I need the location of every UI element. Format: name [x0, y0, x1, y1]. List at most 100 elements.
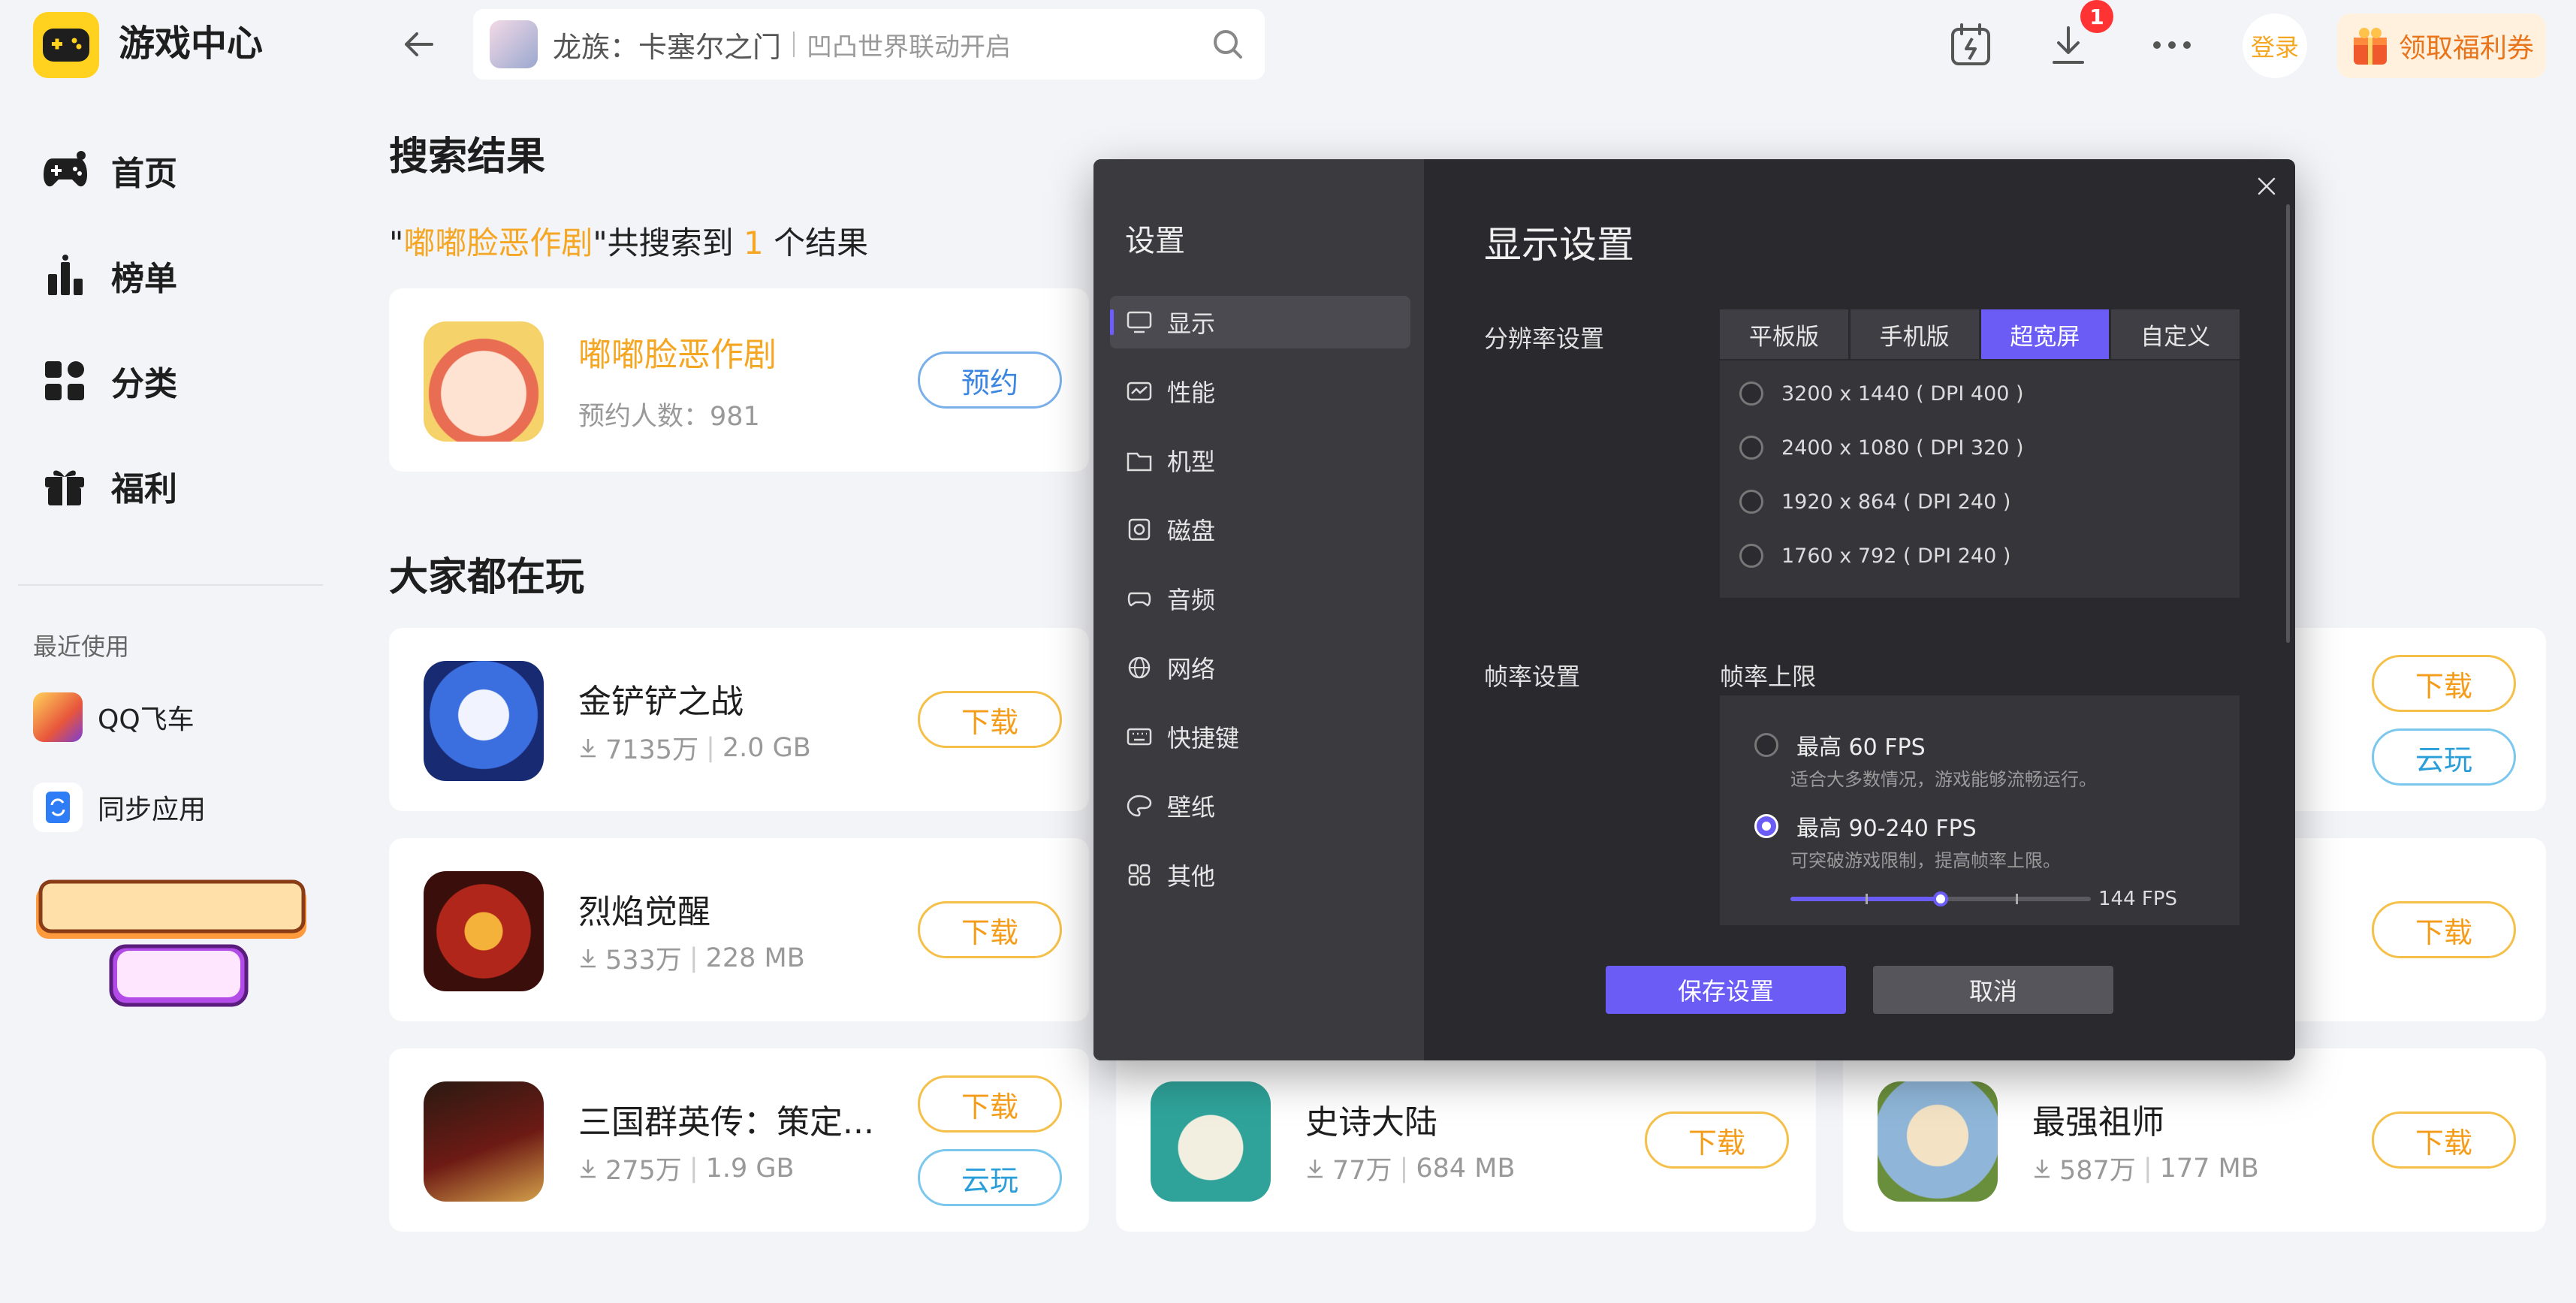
radio-button[interactable]: [1739, 436, 1763, 460]
download-button[interactable]: 下载: [2372, 901, 2516, 958]
promo-banner-image: [36, 879, 306, 1007]
fps-slider-handle[interactable]: [1933, 891, 1948, 906]
category-icon: [45, 361, 84, 400]
fps-slider[interactable]: [1790, 891, 2091, 906]
search-result-card[interactable]: 嘟嘟脸恶作剧 预约人数：981 预约: [389, 288, 1089, 472]
search-results-title: 搜索结果: [389, 134, 546, 179]
download-button[interactable]: 下载: [2372, 655, 2516, 712]
search-game-thumbnail: [490, 20, 538, 68]
game-card[interactable]: 三国群英传：策定... 275万 | 1.9 GB 下载 云玩: [389, 1048, 1089, 1232]
login-button[interactable]: 登录: [2243, 14, 2307, 78]
sidebar-item-label: 榜单: [111, 260, 177, 298]
audio-icon: [1127, 592, 1151, 607]
settings-menu-network[interactable]: 网络: [1110, 641, 1410, 694]
claim-coupon-button[interactable]: 领取福利券: [2337, 14, 2546, 78]
settings-scrollbar[interactable]: [2286, 204, 2290, 643]
save-settings-button[interactable]: 保存设置: [1606, 966, 1846, 1014]
disk-icon: [1128, 518, 1151, 541]
popular-section-title: 大家都在玩: [389, 555, 585, 600]
radio-button[interactable]: [1754, 733, 1778, 757]
resolution-label: 分辨率设置: [1484, 324, 1605, 353]
radio-button[interactable]: [1739, 544, 1763, 568]
calendar-button[interactable]: [1942, 17, 1999, 74]
close-button[interactable]: [2252, 171, 2282, 201]
radio-button-selected[interactable]: [1754, 814, 1778, 838]
tab-tablet[interactable]: 平板版: [1720, 309, 1848, 359]
game-meta: 77万 | 684 MB: [1305, 1149, 1515, 1187]
game-card[interactable]: 烈焰觉醒 533万 | 228 MB 下载: [389, 838, 1089, 1021]
settings-menu-wallpaper[interactable]: 壁纸: [1110, 780, 1410, 832]
resolution-option[interactable]: 1760 x 792 ( DPI 240 ): [1739, 544, 2010, 568]
recent-item-sync-app[interactable]: 同步应用: [33, 781, 206, 834]
monitor-icon: [1127, 311, 1152, 333]
fps-option-240[interactable]: 最高 90-240 FPS: [1754, 810, 1977, 843]
download-button[interactable]: 下载: [918, 691, 1062, 748]
download-small-icon: [581, 949, 596, 967]
fps-option-60[interactable]: 最高 60 FPS: [1754, 728, 1926, 762]
game-card[interactable]: 最强祖师 587万 | 177 MB 下载: [1843, 1048, 2546, 1232]
performance-icon: [1127, 382, 1152, 401]
resolution-option[interactable]: 3200 x 1440 ( DPI 400 ): [1739, 382, 2024, 406]
recent-section-title: 最近使用: [33, 632, 130, 661]
app-icon: [33, 692, 83, 742]
settings-menu-other[interactable]: 其他: [1110, 849, 1410, 901]
download-small-icon: [2035, 1159, 2050, 1178]
sidebar-item-label: 福利: [111, 470, 177, 508]
radio-button[interactable]: [1739, 382, 1763, 406]
reserve-button[interactable]: 预约: [918, 351, 1062, 409]
sidebar-item-home[interactable]: 首页: [42, 138, 312, 203]
search-hint: 凹凸世界联动开启: [807, 32, 1012, 62]
recent-item-label: QQ飞车: [98, 704, 195, 735]
palette-icon: [1127, 795, 1152, 817]
fps-option-description: 可突破游戏限制，提高帧率上限。: [1790, 850, 2061, 871]
sidebar-item-welfare[interactable]: 福利: [42, 454, 312, 518]
promo-banner[interactable]: [29, 877, 314, 1015]
settings-menu-device[interactable]: 机型: [1110, 434, 1410, 487]
search-bar[interactable]: 龙族：卡塞尔之门 凹凸世界联动开启: [473, 9, 1265, 80]
sidebar-item-ranking[interactable]: 榜单: [42, 243, 312, 308]
keyboard-icon: [1127, 728, 1152, 746]
more-button[interactable]: [2143, 17, 2200, 74]
download-button[interactable]: 下载: [918, 901, 1062, 958]
tab-ultrawide[interactable]: 超宽屏: [1980, 309, 2110, 359]
tab-phone[interactable]: 手机版: [1850, 309, 1979, 359]
sidebar-divider: [18, 584, 323, 586]
recent-item-qq-speed[interactable]: QQ飞车: [33, 691, 195, 743]
search-result-summary: "嘟嘟脸恶作剧"共搜索到 1 个结果: [389, 225, 869, 261]
cloud-play-button[interactable]: 云玩: [918, 1149, 1062, 1206]
sidebar-item-category[interactable]: 分类: [42, 348, 312, 413]
device-icon: [1127, 452, 1152, 472]
reservation-count: 预约人数：981: [578, 402, 760, 432]
download-button[interactable]: 下载: [2372, 1111, 2516, 1169]
download-button[interactable]: 下载: [1645, 1111, 1789, 1169]
framerate-label: 帧率设置: [1484, 662, 1581, 691]
back-button[interactable]: [394, 20, 443, 69]
game-card[interactable]: 金铲铲之战 7135万 | 2.0 GB 下载: [389, 628, 1089, 811]
search-keyword: 嘟嘟脸恶作剧: [403, 225, 593, 261]
grid-icon: [1128, 864, 1151, 886]
cloud-play-button[interactable]: 云玩: [2372, 728, 2516, 786]
resolution-option[interactable]: 1920 x 864 ( DPI 240 ): [1739, 490, 2010, 514]
settings-menu-performance[interactable]: 性能: [1110, 365, 1410, 418]
ranking-icon: [48, 255, 83, 295]
search-icon[interactable]: [1211, 27, 1245, 62]
cancel-button[interactable]: 取消: [1873, 966, 2113, 1014]
resolution-option[interactable]: 2400 x 1080 ( DPI 320 ): [1739, 436, 2024, 460]
game-name: 金铲铲之战: [578, 683, 744, 721]
download-button[interactable]: 下载: [918, 1075, 1062, 1133]
gift-icon: [45, 470, 84, 505]
tab-custom[interactable]: 自定义: [2111, 309, 2240, 359]
settings-menu-audio[interactable]: 音频: [1110, 572, 1410, 625]
settings-menu-shortcuts[interactable]: 快捷键: [1110, 710, 1410, 763]
game-name: 嘟嘟脸恶作剧: [578, 336, 777, 374]
game-icon: [424, 871, 544, 991]
game-name: 史诗大陆: [1305, 1103, 1437, 1142]
game-icon: [424, 1081, 544, 1202]
gamepad-icon: [44, 151, 87, 187]
game-card[interactable]: 史诗大陆 77万 | 684 MB 下载: [1116, 1048, 1816, 1232]
sidebar-item-label: 分类: [111, 365, 177, 403]
radio-button[interactable]: [1739, 490, 1763, 514]
settings-menu-display[interactable]: 显示: [1110, 296, 1410, 348]
settings-menu-disk[interactable]: 磁盘: [1110, 503, 1410, 556]
globe-icon: [1128, 656, 1151, 679]
